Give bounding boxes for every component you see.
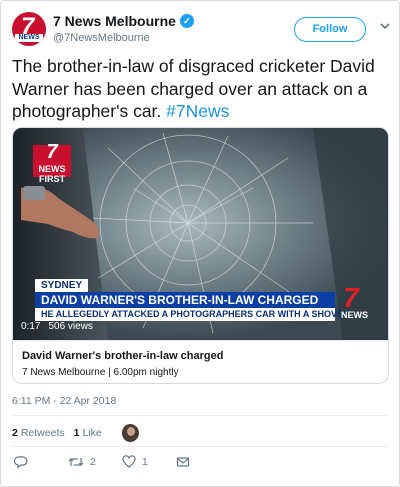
card-info[interactable]: David Warner's brother-in-law charged 7 … [13, 340, 388, 383]
retweets-label: Retweets [20, 427, 65, 439]
likes-label: Like [82, 427, 102, 439]
divider-bottom [12, 446, 389, 447]
video-views: 506 views [48, 321, 93, 332]
likes-count: 1 [73, 427, 80, 439]
brand-logo-text: NEWS [341, 310, 368, 320]
retweet-icon [68, 458, 84, 466]
account-handle[interactable]: @7NewsMelbourne [53, 32, 150, 44]
chevron-down-icon[interactable] [379, 20, 391, 32]
news-first-logo-text: NEWS FIRST [38, 164, 66, 184]
video-meta: 0:17 506 views [21, 321, 93, 332]
envelope-icon [176, 457, 190, 467]
card-title[interactable]: David Warner's brother-in-law charged [22, 350, 223, 362]
direct-message-button[interactable] [176, 455, 190, 469]
lower-third-subheadline: HE ALLEGEDLY ATTACKED A PHOTOGRAPHERS CA… [35, 308, 349, 321]
reply-button[interactable] [14, 455, 28, 469]
like-count: 1 [142, 456, 148, 468]
tweet-stats: 2 Retweets 1 Like [12, 424, 139, 442]
hashtag-link[interactable]: #7News [166, 101, 229, 121]
follow-button[interactable]: Follow [294, 17, 366, 42]
retweets-stat[interactable]: 2 Retweets [12, 427, 65, 439]
news-first-logo-number: 7 [46, 141, 58, 163]
seven-news-brand-logo: 7 NEWS [339, 282, 379, 322]
card-subtitle: 7 News Melbourne | 6.00pm nightly [22, 367, 179, 378]
tweet-text: The brother-in-law of disgraced crickete… [12, 55, 392, 123]
account-avatar[interactable]: 7 NEWS [12, 12, 46, 46]
lower-third-location: SYDNEY [35, 279, 89, 292]
reply-icon [14, 456, 28, 469]
avatar-logo-news: NEWS [15, 34, 43, 42]
liker-avatar[interactable] [120, 424, 139, 442]
verified-badge-icon: ✓ [179, 14, 194, 28]
account-name-row[interactable]: 7 News Melbourne ✓ [53, 13, 194, 29]
lower-third-headline: DAVID WARNER'S BROTHER-IN-LAW CHARGED [35, 292, 335, 308]
retweet-count: 2 [90, 456, 96, 468]
news-first-logo: 7 NEWS FIRST [33, 141, 71, 184]
tweet-card: 7 NEWS 7 News Melbourne ✓ @7NewsMelbourn… [0, 0, 400, 487]
tweet-actions: 2 1 [12, 455, 389, 471]
retweet-button[interactable]: 2 [68, 455, 96, 469]
tweet-timestamp[interactable]: 6:11 PM - 22 Apr 2018 [12, 395, 116, 407]
media-card[interactable]: 7 NEWS FIRST SYDNEY DAVID WARNER'S BROTH… [12, 127, 389, 384]
likes-stat[interactable]: 1 Like [74, 427, 102, 439]
video-player[interactable]: 7 NEWS FIRST SYDNEY DAVID WARNER'S BROTH… [13, 128, 388, 340]
account-name[interactable]: 7 News Melbourne [53, 13, 176, 29]
video-duration: 0:17 [21, 321, 41, 332]
divider-top [12, 415, 389, 416]
retweets-count: 2 [12, 427, 18, 439]
heart-icon [122, 455, 136, 468]
like-button[interactable]: 1 [122, 455, 148, 469]
